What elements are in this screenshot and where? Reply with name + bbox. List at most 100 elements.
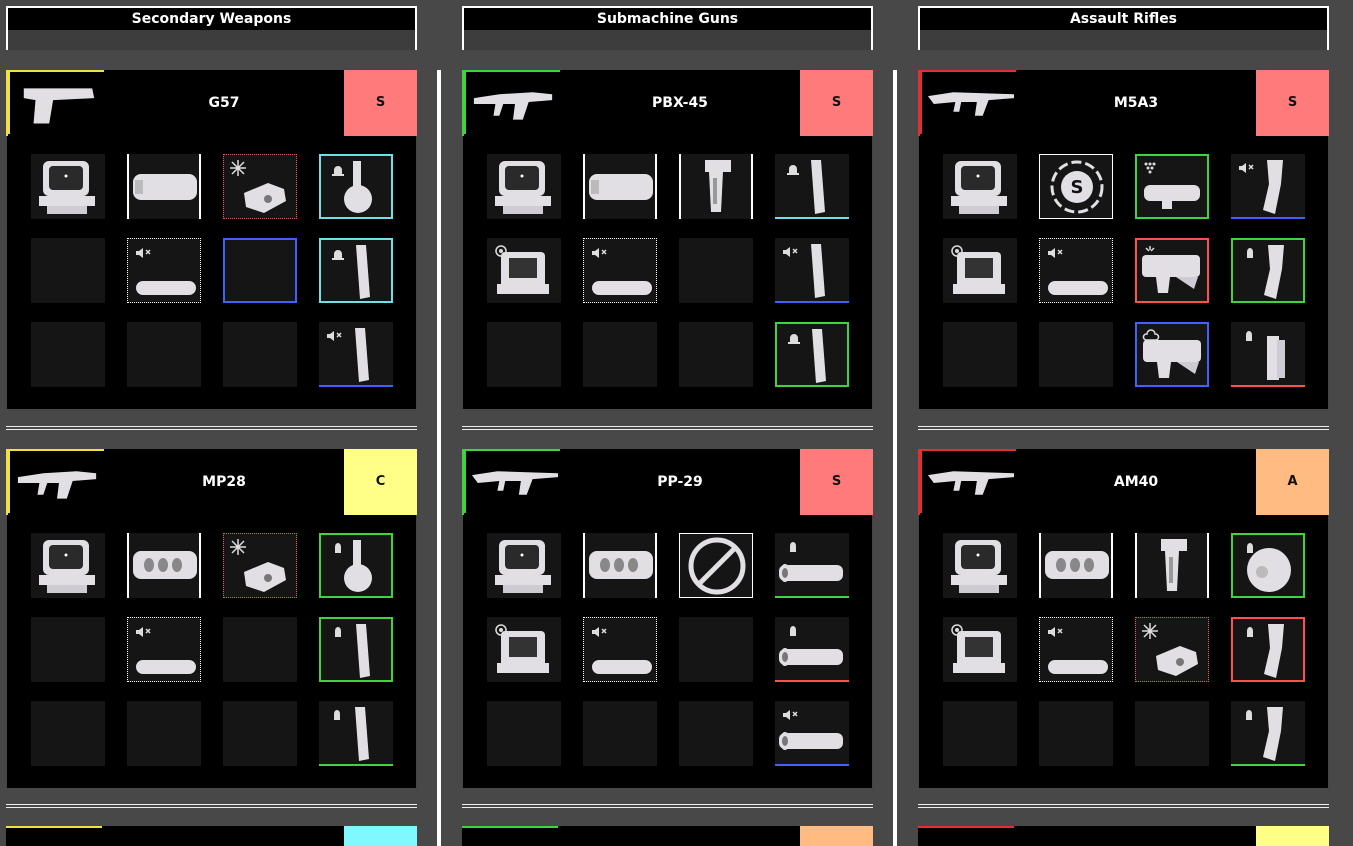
weapon-card[interactable]: PP-29 S (462, 449, 873, 788)
attachment-slot[interactable] (31, 154, 105, 219)
weapon-card[interactable]: PBX-45 S (462, 70, 873, 409)
column-divider (437, 70, 441, 846)
attachment-slot[interactable] (943, 154, 1017, 219)
attachment-slot[interactable] (127, 617, 201, 682)
bell-icon (332, 166, 344, 176)
accent-line (464, 70, 560, 72)
accent-line (464, 449, 466, 513)
divider (918, 426, 1329, 430)
empty-slot[interactable] (31, 238, 105, 303)
attachment-slot[interactable] (487, 533, 561, 598)
attachment-slot[interactable] (127, 238, 201, 303)
empty-slot[interactable] (31, 617, 105, 682)
accent-line (920, 70, 1016, 72)
sight-icon (39, 161, 95, 214)
empty-slot[interactable] (679, 701, 753, 766)
svg-text:S: S (1071, 177, 1084, 198)
attachment-slot[interactable] (487, 154, 561, 219)
bullet-icon (1247, 543, 1253, 553)
attachment-slot[interactable] (1039, 617, 1113, 682)
attachment-slot[interactable] (775, 154, 849, 219)
empty-slot[interactable] (127, 322, 201, 387)
attachment-slot[interactable] (319, 701, 393, 766)
attachment-slot[interactable] (319, 617, 393, 682)
attachment-slot[interactable] (775, 322, 849, 387)
attachment-slot[interactable] (583, 238, 657, 303)
attachment-slot[interactable] (223, 533, 297, 598)
empty-slot[interactable] (223, 322, 297, 387)
attachment-slot[interactable] (319, 238, 393, 303)
empty-slot[interactable] (679, 617, 753, 682)
weapon-card-peek[interactable] (6, 826, 417, 846)
weapon-card-peek[interactable] (918, 826, 1329, 846)
accent-line (920, 70, 922, 134)
empty-slot[interactable] (487, 701, 561, 766)
attachment-slot[interactable] (319, 154, 393, 219)
accent-line (8, 70, 10, 134)
attachment-slot[interactable] (943, 617, 1017, 682)
empty-slot[interactable] (583, 322, 657, 387)
attachment-slot[interactable] (1039, 238, 1113, 303)
empty-slot[interactable] (487, 322, 561, 387)
attachment-slot[interactable] (775, 701, 849, 766)
empty-slot[interactable] (943, 322, 1017, 387)
empty-slot[interactable] (1039, 322, 1113, 387)
attachment-slot[interactable] (127, 533, 201, 598)
weapon-card[interactable]: MP28 C (6, 449, 417, 788)
attachment-slot[interactable] (319, 533, 393, 598)
attachment-slot[interactable] (487, 617, 561, 682)
empty-slot[interactable] (1135, 701, 1209, 766)
empty-slot[interactable] (127, 701, 201, 766)
attachment-slot[interactable] (775, 533, 849, 598)
attachment-slot[interactable]: S (1039, 154, 1113, 219)
attachment-slot[interactable] (943, 533, 1017, 598)
smg-icon (473, 92, 553, 120)
empty-slot[interactable] (223, 701, 297, 766)
divider (918, 804, 1329, 808)
attachment-slot[interactable] (31, 533, 105, 598)
attachment-slot[interactable] (1231, 617, 1305, 682)
attachment-slot[interactable] (1231, 533, 1305, 598)
column-title: Secondary Weapons (8, 8, 415, 30)
attachment-slot[interactable] (1231, 154, 1305, 219)
empty-slot[interactable] (223, 617, 297, 682)
mute-icon (1239, 163, 1254, 173)
attachment-slot[interactable] (583, 617, 657, 682)
tier-badge: S (800, 449, 873, 515)
attachment-slot[interactable] (1039, 533, 1113, 598)
attachment-slot[interactable] (943, 238, 1017, 303)
attachment-slot[interactable] (583, 154, 657, 219)
empty-slot[interactable] (31, 322, 105, 387)
empty-slot[interactable] (943, 701, 1017, 766)
empty-slot[interactable] (223, 238, 297, 303)
attachment-slot[interactable] (1135, 533, 1209, 598)
attachment-slot[interactable] (1135, 322, 1209, 387)
attachment-slot[interactable] (583, 533, 657, 598)
weapon-card-peek[interactable] (462, 826, 873, 846)
card-header: G57 S (6, 70, 417, 136)
empty-slot[interactable] (679, 238, 753, 303)
mute-icon (136, 627, 151, 637)
attachment-slot[interactable] (223, 154, 297, 219)
attachment-slot[interactable] (679, 533, 753, 598)
empty-slot[interactable] (1039, 701, 1113, 766)
attachment-slot[interactable] (775, 617, 849, 682)
weapon-card[interactable]: AM40 A (918, 449, 1329, 788)
weapon-card[interactable]: M5A3 SS (918, 70, 1329, 409)
weapon-card[interactable]: G57 S (6, 70, 417, 409)
attachment-slot[interactable] (679, 154, 753, 219)
attachment-slot[interactable] (1231, 701, 1305, 766)
attachment-slot[interactable] (1135, 617, 1209, 682)
attachment-slot[interactable] (127, 154, 201, 219)
empty-slot[interactable] (31, 701, 105, 766)
attachment-slot[interactable] (1135, 154, 1209, 219)
attachment-slot[interactable] (487, 238, 561, 303)
empty-slot[interactable] (583, 701, 657, 766)
empty-slot[interactable] (679, 322, 753, 387)
attachment-slot[interactable] (319, 322, 393, 387)
attachment-slot[interactable] (1231, 322, 1305, 387)
attachment-slot[interactable] (1231, 238, 1305, 303)
accent-line (8, 449, 10, 513)
attachment-slot[interactable] (1135, 238, 1209, 303)
attachment-slot[interactable] (775, 238, 849, 303)
